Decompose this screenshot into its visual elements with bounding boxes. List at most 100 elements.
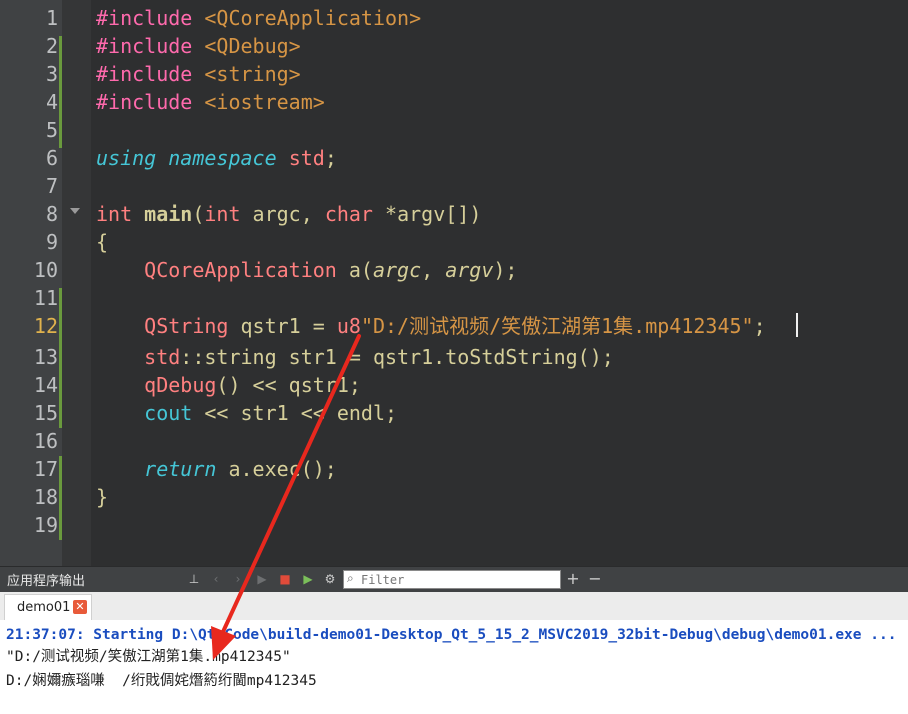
output-tabs: demo01 ✕ <box>0 592 908 620</box>
line-number: 6 <box>45 146 58 170</box>
token: () << qstr1; <box>216 373 361 397</box>
zoom-out-icon[interactable]: − <box>587 571 603 587</box>
token: #include <box>96 62 193 86</box>
token: std <box>288 146 325 170</box>
token: argc, <box>240 202 325 226</box>
token: namespace <box>168 146 277 170</box>
change-marker <box>59 36 62 148</box>
line-number: 2 <box>45 34 58 58</box>
tab-label: demo01 <box>17 600 71 615</box>
token: u8 <box>336 314 361 338</box>
code-line-6[interactable]: using namespace std; <box>96 144 337 172</box>
token: <string> <box>204 62 301 86</box>
fold-arrow-icon[interactable] <box>70 208 80 214</box>
line-number: 9 <box>45 230 58 254</box>
line-number: 5 <box>45 118 58 142</box>
code-line-18[interactable]: } <box>96 483 108 511</box>
line-number: 7 <box>45 174 58 198</box>
change-marker <box>59 456 62 540</box>
code-line-10[interactable]: QCoreApplication a(argc, argv); <box>96 256 517 284</box>
line-number: 3 <box>45 62 58 86</box>
line-number: 10 <box>33 258 58 282</box>
output-line: "D:/测试视频/笑傲江湖第1集.mp412345" <box>6 649 291 665</box>
line-number-current: 12 <box>33 314 58 338</box>
code-line-13[interactable]: std::string str1 = qstr1.toStdString(); <box>96 343 614 371</box>
token: using <box>96 146 157 170</box>
code-line-2[interactable]: #include <QDebug> <box>96 32 301 60</box>
token: *argv[]) <box>372 202 482 226</box>
code-line-4[interactable]: #include <iostream> <box>96 88 325 116</box>
token: ; <box>753 314 766 338</box>
line-number: 16 <box>33 429 58 453</box>
token: QCoreApplication <box>144 258 337 282</box>
run-icon[interactable]: ▶ <box>254 571 270 587</box>
output-pane-toolbar: 应用程序输出 ⊥ ‹ › ▶ ■ ▶ ⚙ ⌕ + − <box>0 566 908 592</box>
line-number: 8 <box>45 202 58 226</box>
fold-margin <box>62 0 91 566</box>
code-line-17[interactable]: return a.exec(); <box>96 455 337 483</box>
line-number: 11 <box>33 286 58 310</box>
line-number: 17 <box>33 457 58 481</box>
code-line-1[interactable]: #include <QCoreApplication> <box>96 4 421 32</box>
token: "D:/测试视频/笑傲江湖第1集.mp412345" <box>360 314 754 338</box>
token: ; <box>324 146 337 170</box>
filter-input-box[interactable]: ⌕ <box>343 570 561 589</box>
token: ( <box>192 202 205 226</box>
filter-input[interactable] <box>361 572 551 587</box>
token: char <box>324 202 373 226</box>
code-line-14[interactable]: qDebug() << qstr1; <box>96 371 361 399</box>
token: #include <box>96 34 193 58</box>
prev-icon[interactable]: ‹ <box>208 571 224 587</box>
close-icon[interactable]: ✕ <box>73 600 87 614</box>
line-number: 4 <box>45 90 58 114</box>
output-pane-title: 应用程序输出 <box>7 574 86 589</box>
output-start-line: 21:37:07: Starting D:\Qt_Code\build-demo… <box>6 627 897 643</box>
token: std <box>144 345 181 369</box>
change-marker <box>59 288 62 428</box>
tab-demo01[interactable]: demo01 ✕ <box>4 594 92 620</box>
code-line-12[interactable]: QString qstr1 = u8"D:/测试视频/笑傲江湖第1集.mp412… <box>96 312 766 340</box>
token: <QCoreApplication> <box>204 6 422 30</box>
debug-run-icon[interactable]: ▶ <box>300 571 316 587</box>
text-caret <box>796 313 798 337</box>
token: #include <box>96 6 193 30</box>
line-number: 14 <box>33 373 58 397</box>
token: { <box>96 230 109 254</box>
code-line-3[interactable]: #include <string> <box>96 60 301 88</box>
token: << str1 << endl; <box>192 401 398 425</box>
code-editor[interactable]: 1 2 3 4 5 6 7 8 9 10 11 12 13 14 15 16 1… <box>0 0 908 566</box>
token: <iostream> <box>204 90 325 114</box>
line-number: 13 <box>33 345 58 369</box>
token: cout <box>144 401 193 425</box>
token: main <box>144 202 193 226</box>
token: , <box>421 258 446 282</box>
output-line: D:/娴嬭瘯瑙嗛 /绗戝倜姹熸箹绗閫mp412345 <box>6 673 317 689</box>
next-icon[interactable]: › <box>230 571 246 587</box>
token: return <box>144 457 217 481</box>
token: ::string str1 = qstr1.toStdString(); <box>180 345 614 369</box>
code-line-15[interactable]: cout << str1 << endl; <box>96 399 397 427</box>
token: qstr1 = <box>228 314 337 338</box>
attach-icon[interactable]: ⊥ <box>186 571 202 587</box>
code-line-9[interactable]: { <box>96 228 108 256</box>
code-line-8[interactable]: int main(int argc, char *argv[]) <box>96 200 481 228</box>
settings-icon[interactable]: ⚙ <box>322 571 338 587</box>
zoom-in-icon[interactable]: + <box>565 571 581 587</box>
token: } <box>96 485 109 509</box>
line-number: 15 <box>33 401 58 425</box>
token: QString <box>144 314 229 338</box>
line-number: 18 <box>33 485 58 509</box>
token: a.exec(); <box>216 457 337 481</box>
stop-icon[interactable]: ■ <box>277 571 293 587</box>
token: argc <box>372 258 422 282</box>
application-output[interactable]: 21:37:07: Starting D:\Qt_Code\build-demo… <box>0 620 908 714</box>
